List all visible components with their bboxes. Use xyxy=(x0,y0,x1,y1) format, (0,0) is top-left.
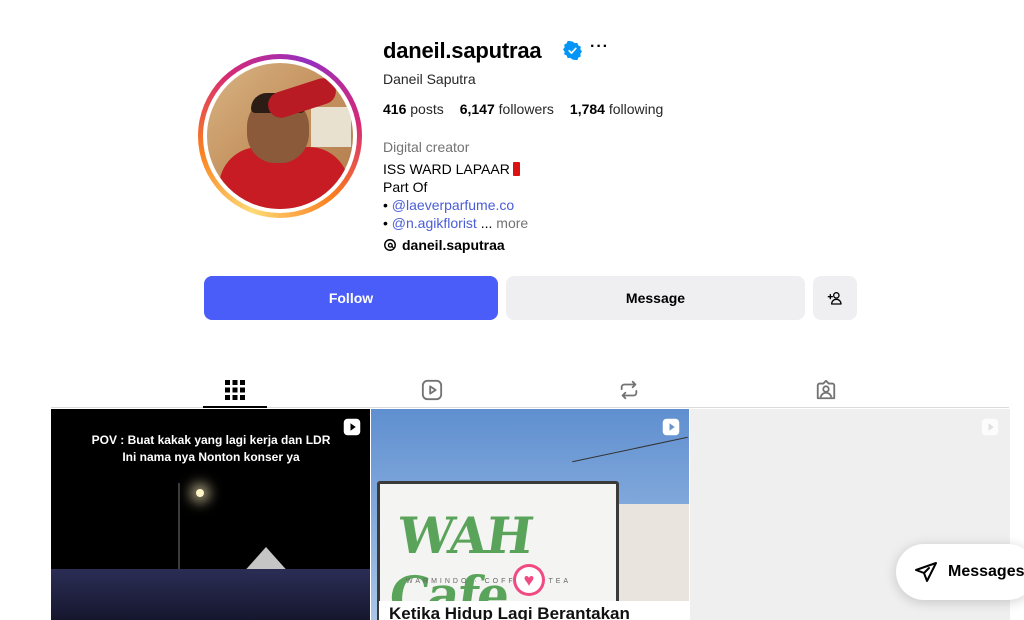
messages-button[interactable]: Messages xyxy=(896,544,1024,600)
tab-reposts[interactable] xyxy=(597,372,661,408)
message-button[interactable]: Message xyxy=(506,276,805,320)
profile-stats: 416 posts 6,147 followers 1,784 followin… xyxy=(383,101,663,117)
bio-ellipsis: ... xyxy=(476,215,497,231)
avatar-border xyxy=(203,59,357,213)
threads-icon xyxy=(384,239,396,251)
followers-label: followers xyxy=(498,101,554,117)
stage-light xyxy=(196,489,204,497)
post-caption: POV : Buat kakak yang lagi kerja dan LDR… xyxy=(91,433,331,464)
reels-icon xyxy=(421,379,443,401)
profile-avatar[interactable] xyxy=(198,54,362,218)
tab-reels[interactable] xyxy=(400,372,464,408)
photo-window xyxy=(311,107,351,147)
add-person-icon xyxy=(827,292,842,305)
reel-badge-icon xyxy=(662,418,680,436)
bio-line: • @laeverparfume.co xyxy=(383,197,514,213)
bio-line: ISS WARD LAPAAR xyxy=(383,161,520,177)
post-overlay-text: Ketika Hidup Lagi Berantakan xyxy=(379,601,689,620)
bio-text: ISS WARD LAPAAR xyxy=(383,161,510,177)
grid-icon xyxy=(225,380,245,400)
reel-badge-icon xyxy=(981,418,999,436)
threads-handle: daneil.saputraa xyxy=(402,237,505,253)
bio-line: • @n.agikflorist ... more xyxy=(383,215,528,231)
crowd xyxy=(51,569,370,620)
post-tile[interactable]: WAH Cafe WARMINDO · COFFEE & TEA ♥ Ketik… xyxy=(371,409,689,620)
tabs-divider xyxy=(51,407,1009,408)
following-label: following xyxy=(608,101,664,117)
profile-full-name: Daneil Saputra xyxy=(383,71,476,87)
send-icon xyxy=(915,562,937,582)
bullet: • xyxy=(383,215,392,231)
following-count: 1,784 xyxy=(569,101,605,117)
follow-button[interactable]: Follow xyxy=(204,276,498,320)
more-options-icon[interactable]: ··· xyxy=(590,38,609,56)
bio-mention-link[interactable]: @n.agikflorist xyxy=(392,215,477,231)
posts-stat: 416 posts xyxy=(383,101,444,117)
cafe-sign-subtext: WARMINDO · COFFEE & TEA xyxy=(406,578,572,585)
heart-sticker-icon: ♥ xyxy=(513,564,545,596)
profile-username: daneil.saputraa xyxy=(383,38,542,63)
messages-label: Messages xyxy=(948,563,1024,580)
bullet: • xyxy=(383,197,392,213)
avatar-photo xyxy=(207,63,353,209)
repost-icon xyxy=(620,380,638,400)
tab-tagged[interactable] xyxy=(794,372,858,408)
followers-stat[interactable]: 6,147 followers xyxy=(460,101,554,117)
verified-badge-icon xyxy=(563,41,582,60)
tab-posts[interactable] xyxy=(203,372,267,408)
following-stat[interactable]: 1,784 following xyxy=(570,101,663,117)
light-pole xyxy=(178,483,180,573)
bio-mention-link[interactable]: @laeverparfume.co xyxy=(392,197,514,213)
threads-link[interactable]: daneil.saputraa xyxy=(383,237,505,253)
tagged-icon xyxy=(816,379,836,400)
post-tile[interactable]: POV : Buat kakak yang lagi kerja dan LDR… xyxy=(51,409,370,620)
posts-count: 416 xyxy=(383,101,407,117)
posts-label: posts xyxy=(410,101,444,117)
followers-count: 6,147 xyxy=(459,101,495,117)
reel-badge-icon xyxy=(343,418,361,436)
cafe-sign: WAH Cafe WARMINDO · COFFEE & TEA xyxy=(377,481,619,620)
exclamation-emoji-icon xyxy=(512,162,520,176)
suggested-users-button[interactable] xyxy=(813,276,857,320)
bio-line: Part Of xyxy=(383,179,428,195)
bio-more-link[interactable]: more xyxy=(496,215,528,231)
profile-category: Digital creator xyxy=(383,139,470,155)
